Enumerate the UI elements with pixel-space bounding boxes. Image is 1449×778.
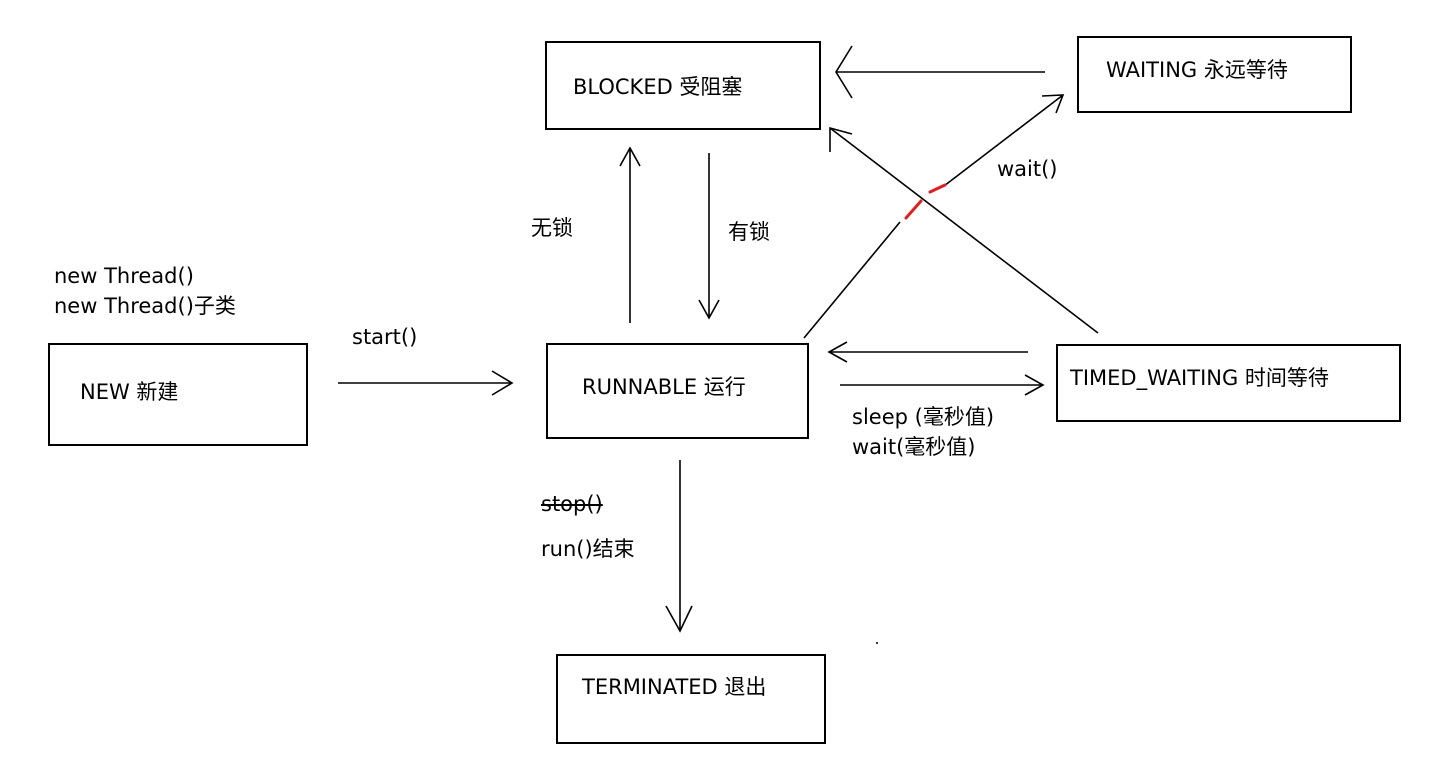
arrow-runnable-to-timed: [840, 374, 1045, 396]
arrow-runnable-to-terminated: [665, 460, 693, 633]
state-terminated-label: TERMINATED 退出: [582, 675, 767, 699]
state-runnable: RUNNABLE 运行: [546, 343, 809, 439]
arrow-runnable-to-blocked: [619, 146, 641, 323]
edge-label-wait: wait(): [997, 157, 1058, 181]
creation-note-1: new Thread(): [54, 264, 194, 288]
edge-label-start: start(): [352, 325, 418, 349]
edge-label-run-end: run()结束: [541, 537, 635, 561]
state-waiting-label: WAITING 永远等待: [1106, 58, 1288, 82]
arrow-blocked-to-runnable: [698, 153, 720, 320]
arrow-timed-to-blocked: [829, 126, 1099, 334]
edge-label-no-lock: 无锁: [531, 216, 573, 240]
state-waiting: WAITING 永远等待: [1077, 36, 1352, 113]
state-runnable-label: RUNNABLE 运行: [582, 375, 746, 399]
arrow-timed-to-runnable: [827, 341, 1028, 363]
state-terminated: TERMINATED 退出: [556, 654, 826, 744]
state-timed-waiting-label: TIMED_WAITING 时间等待: [1070, 366, 1329, 390]
arrow-start: [338, 370, 514, 396]
creation-note-2: new Thread()子类: [54, 294, 236, 318]
state-blocked: BLOCKED 受阻塞: [545, 41, 821, 130]
arrow-waiting-to-blocked: [835, 45, 1045, 99]
state-new: NEW 新建: [48, 343, 308, 446]
state-timed-waiting: TIMED_WAITING 时间等待: [1056, 344, 1401, 422]
edge-label-has-lock: 有锁: [728, 220, 770, 244]
edge-label-stop: stop(): [541, 492, 603, 516]
edge-label-wait-ms: wait(毫秒值): [852, 435, 976, 459]
state-new-label: NEW 新建: [80, 380, 179, 404]
edge-label-sleep: sleep (毫秒值): [852, 405, 995, 429]
state-blocked-label: BLOCKED 受阻塞: [573, 75, 743, 99]
